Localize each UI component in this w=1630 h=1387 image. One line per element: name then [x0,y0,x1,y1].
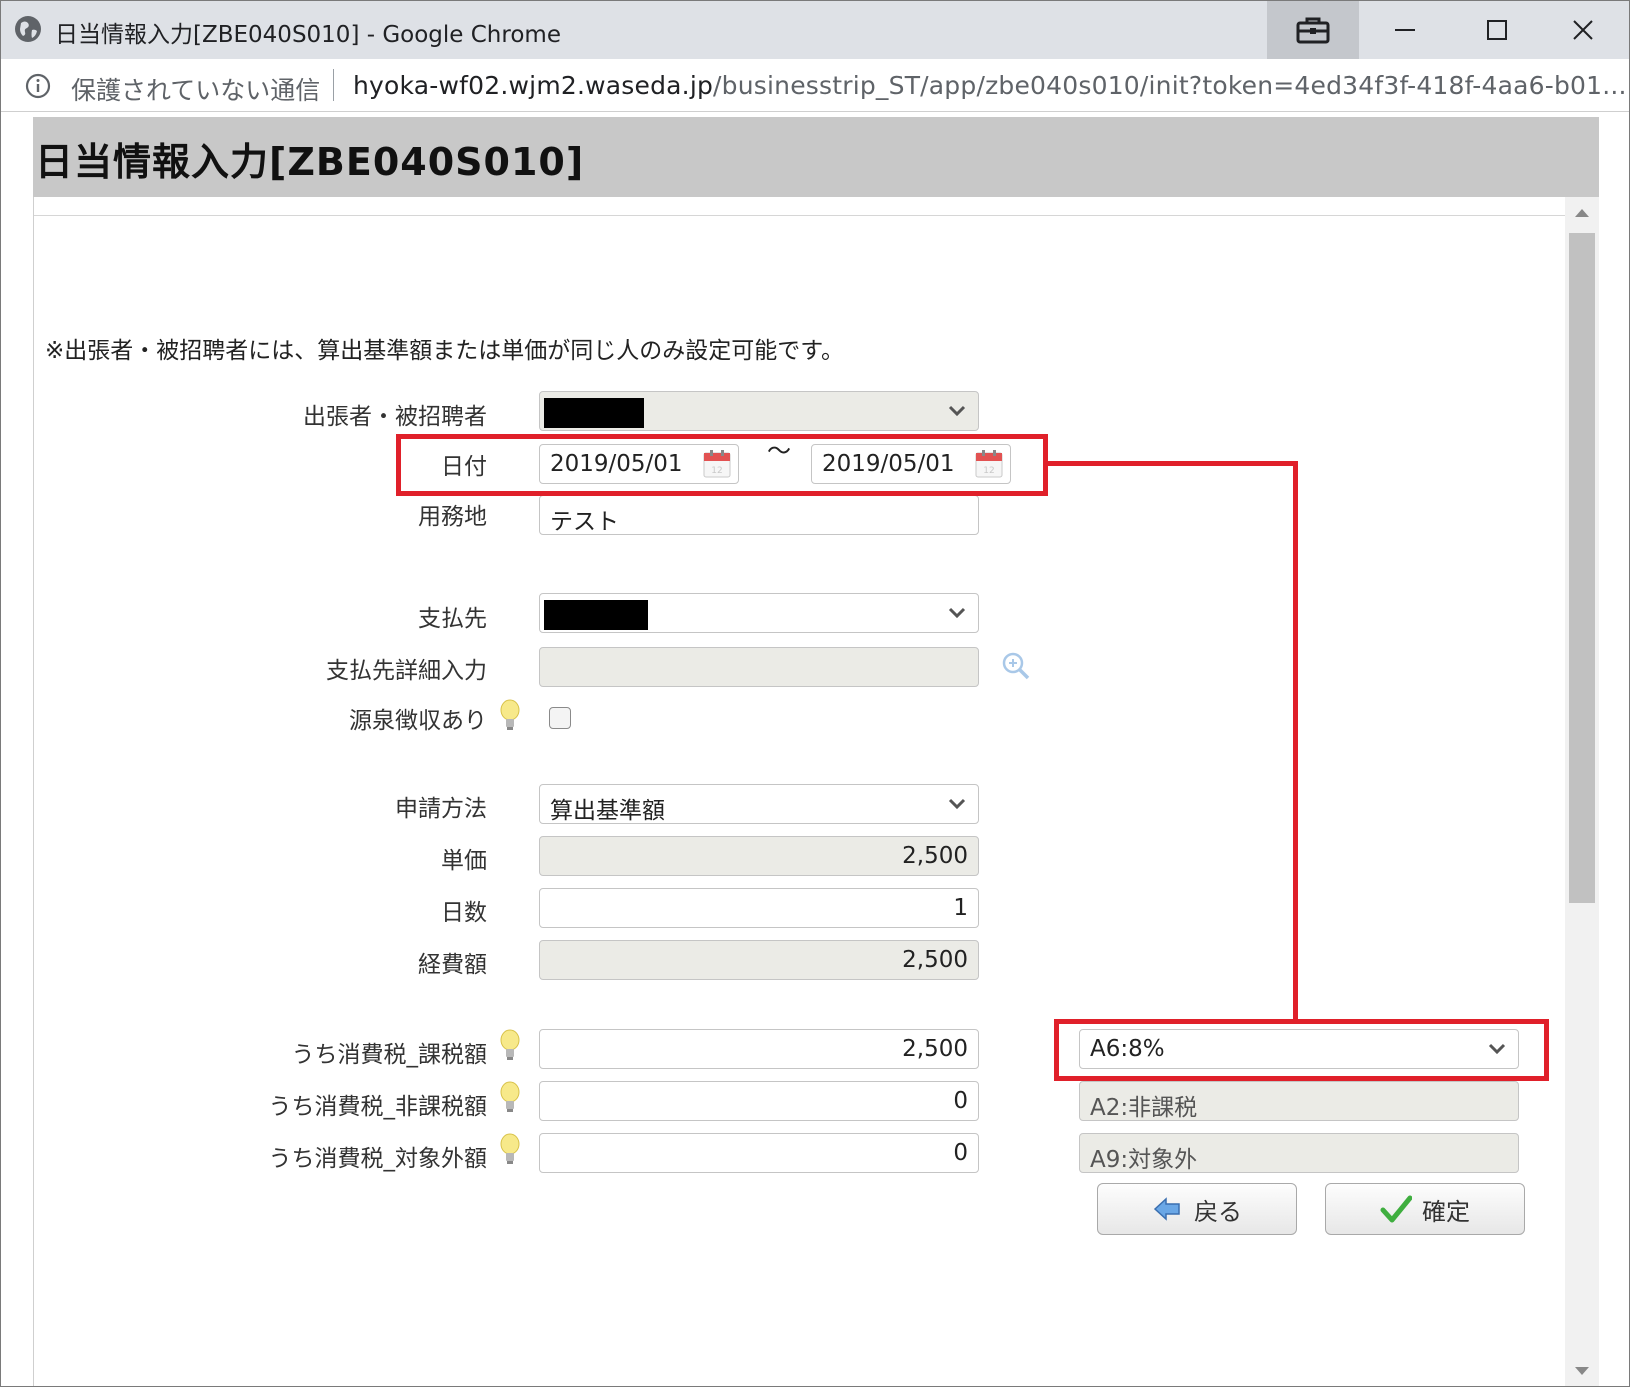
expense-input[interactable]: 2,500 [539,940,979,980]
annotation-connector [1293,461,1298,1023]
browser-window: 日当情報入力[ZBE040S010] - Google Chrome 保護されて… [0,0,1630,1387]
redacted-payee [544,600,648,630]
back-button-label: 戻る [1194,1197,1242,1226]
method-label: 申請方法 [395,796,487,822]
tax-taxable-label: うち消費税_課税額 [291,1042,488,1068]
back-arrow-icon [1153,1197,1180,1221]
method-select[interactable]: 算出基準額 [539,784,979,824]
withholding-checkbox[interactable] [549,707,571,729]
divider [34,215,1566,216]
payee-select[interactable] [539,593,979,633]
tax-taxable-value: 2,500 [902,1036,968,1062]
tax-exempt-input[interactable]: 0 [539,1133,979,1173]
traveler-label: 出張者・被招聘者 [303,404,487,430]
lightbulb-icon[interactable] [499,1029,521,1061]
minimize-icon [1395,29,1415,31]
checkmark-icon [1380,1195,1412,1223]
unit-price-input[interactable]: 2,500 [539,836,979,876]
destination-value: テスト [550,509,619,535]
window-title: 日当情報入力[ZBE040S010] - Google Chrome [55,22,561,48]
scroll-down-arrow-icon[interactable] [1575,1367,1589,1375]
lightbulb-icon[interactable] [499,1133,521,1165]
page-title: 日当情報入力[ZBE040S010] [35,140,585,184]
url-path: /businesstrip_ST/app/zbe040s010/init?tok… [713,71,1627,100]
destination-label: 用務地 [418,504,487,530]
back-button[interactable]: 戻る [1097,1183,1297,1235]
unit-price-label: 単価 [441,848,487,874]
expense-value: 2,500 [902,947,968,973]
tax-exempt-value: 0 [953,1140,968,1166]
title-bar: 日当情報入力[ZBE040S010] - Google Chrome [1,1,1629,59]
chevron-down-icon [948,405,966,417]
tax-nontaxable-input[interactable]: 0 [539,1081,979,1121]
briefcase-icon [1296,17,1330,44]
maximize-button[interactable] [1451,1,1543,59]
tax-exempt-code-value: A9:対象外 [1090,1147,1198,1173]
tax-exempt-label: うち消費税_対象外額 [268,1146,488,1172]
close-icon [1573,20,1593,40]
payee-label: 支払先 [418,606,487,632]
page-header: 日当情報入力[ZBE040S010] [33,117,1599,197]
minimize-button[interactable] [1359,1,1451,59]
url-host: hyoka-wf02.wjm2.waseda.jp [353,71,714,100]
days-value: 1 [953,895,968,921]
tax-nontaxable-code-value: A2:非課税 [1090,1095,1198,1121]
confirm-button[interactable]: 確定 [1325,1183,1525,1235]
method-value: 算出基準額 [550,798,665,824]
days-label: 日数 [441,900,487,926]
search-zoom-icon[interactable] [1001,651,1031,681]
scroll-thumb[interactable] [1569,233,1595,903]
annotation-box-tax-code [1054,1019,1549,1081]
expense-label: 経費額 [418,952,487,978]
briefcase-button[interactable] [1267,1,1359,59]
security-status: 保護されていない通信 [71,76,321,105]
lightbulb-icon[interactable] [499,1081,521,1113]
tax-nontaxable-code: A2:非課税 [1079,1081,1519,1121]
vertical-scrollbar[interactable] [1565,197,1599,1386]
payee-detail-label: 支払先詳細入力 [326,658,487,684]
close-button[interactable] [1537,1,1629,59]
redacted-name [544,398,644,428]
confirm-button-label: 確定 [1422,1197,1470,1226]
annotation-box-date [396,434,1048,496]
traveler-select[interactable] [539,391,979,431]
tax-nontaxable-value: 0 [953,1088,968,1114]
tax-exempt-code: A9:対象外 [1079,1133,1519,1173]
tax-taxable-input[interactable]: 2,500 [539,1029,979,1069]
payee-detail-input[interactable] [539,647,979,687]
instruction-note: ※出張者・被招聘者には、算出基準額または単価が同じ人のみ設定可能です。 [45,338,844,364]
unit-price-value: 2,500 [902,843,968,869]
withholding-label: 源泉徴収あり [349,708,487,734]
annotation-connector [1045,461,1298,466]
tax-nontaxable-label: うち消費税_非課税額 [268,1094,488,1120]
destination-input[interactable]: テスト [539,495,979,535]
scroll-up-arrow-icon[interactable] [1575,209,1589,217]
days-input[interactable]: 1 [539,888,979,928]
lightbulb-icon[interactable] [499,699,521,731]
maximize-icon [1487,20,1507,40]
chevron-down-icon [948,607,966,619]
address-separator [333,69,334,101]
globe-icon [15,16,41,42]
address-bar[interactable]: 保護されていない通信 hyoka-wf02.wjm2.waseda.jp/bus… [1,59,1629,112]
chevron-down-icon [948,798,966,810]
url-text[interactable]: hyoka-wf02.wjm2.waseda.jp/businesstrip_S… [353,71,1627,100]
info-icon[interactable] [25,73,51,99]
